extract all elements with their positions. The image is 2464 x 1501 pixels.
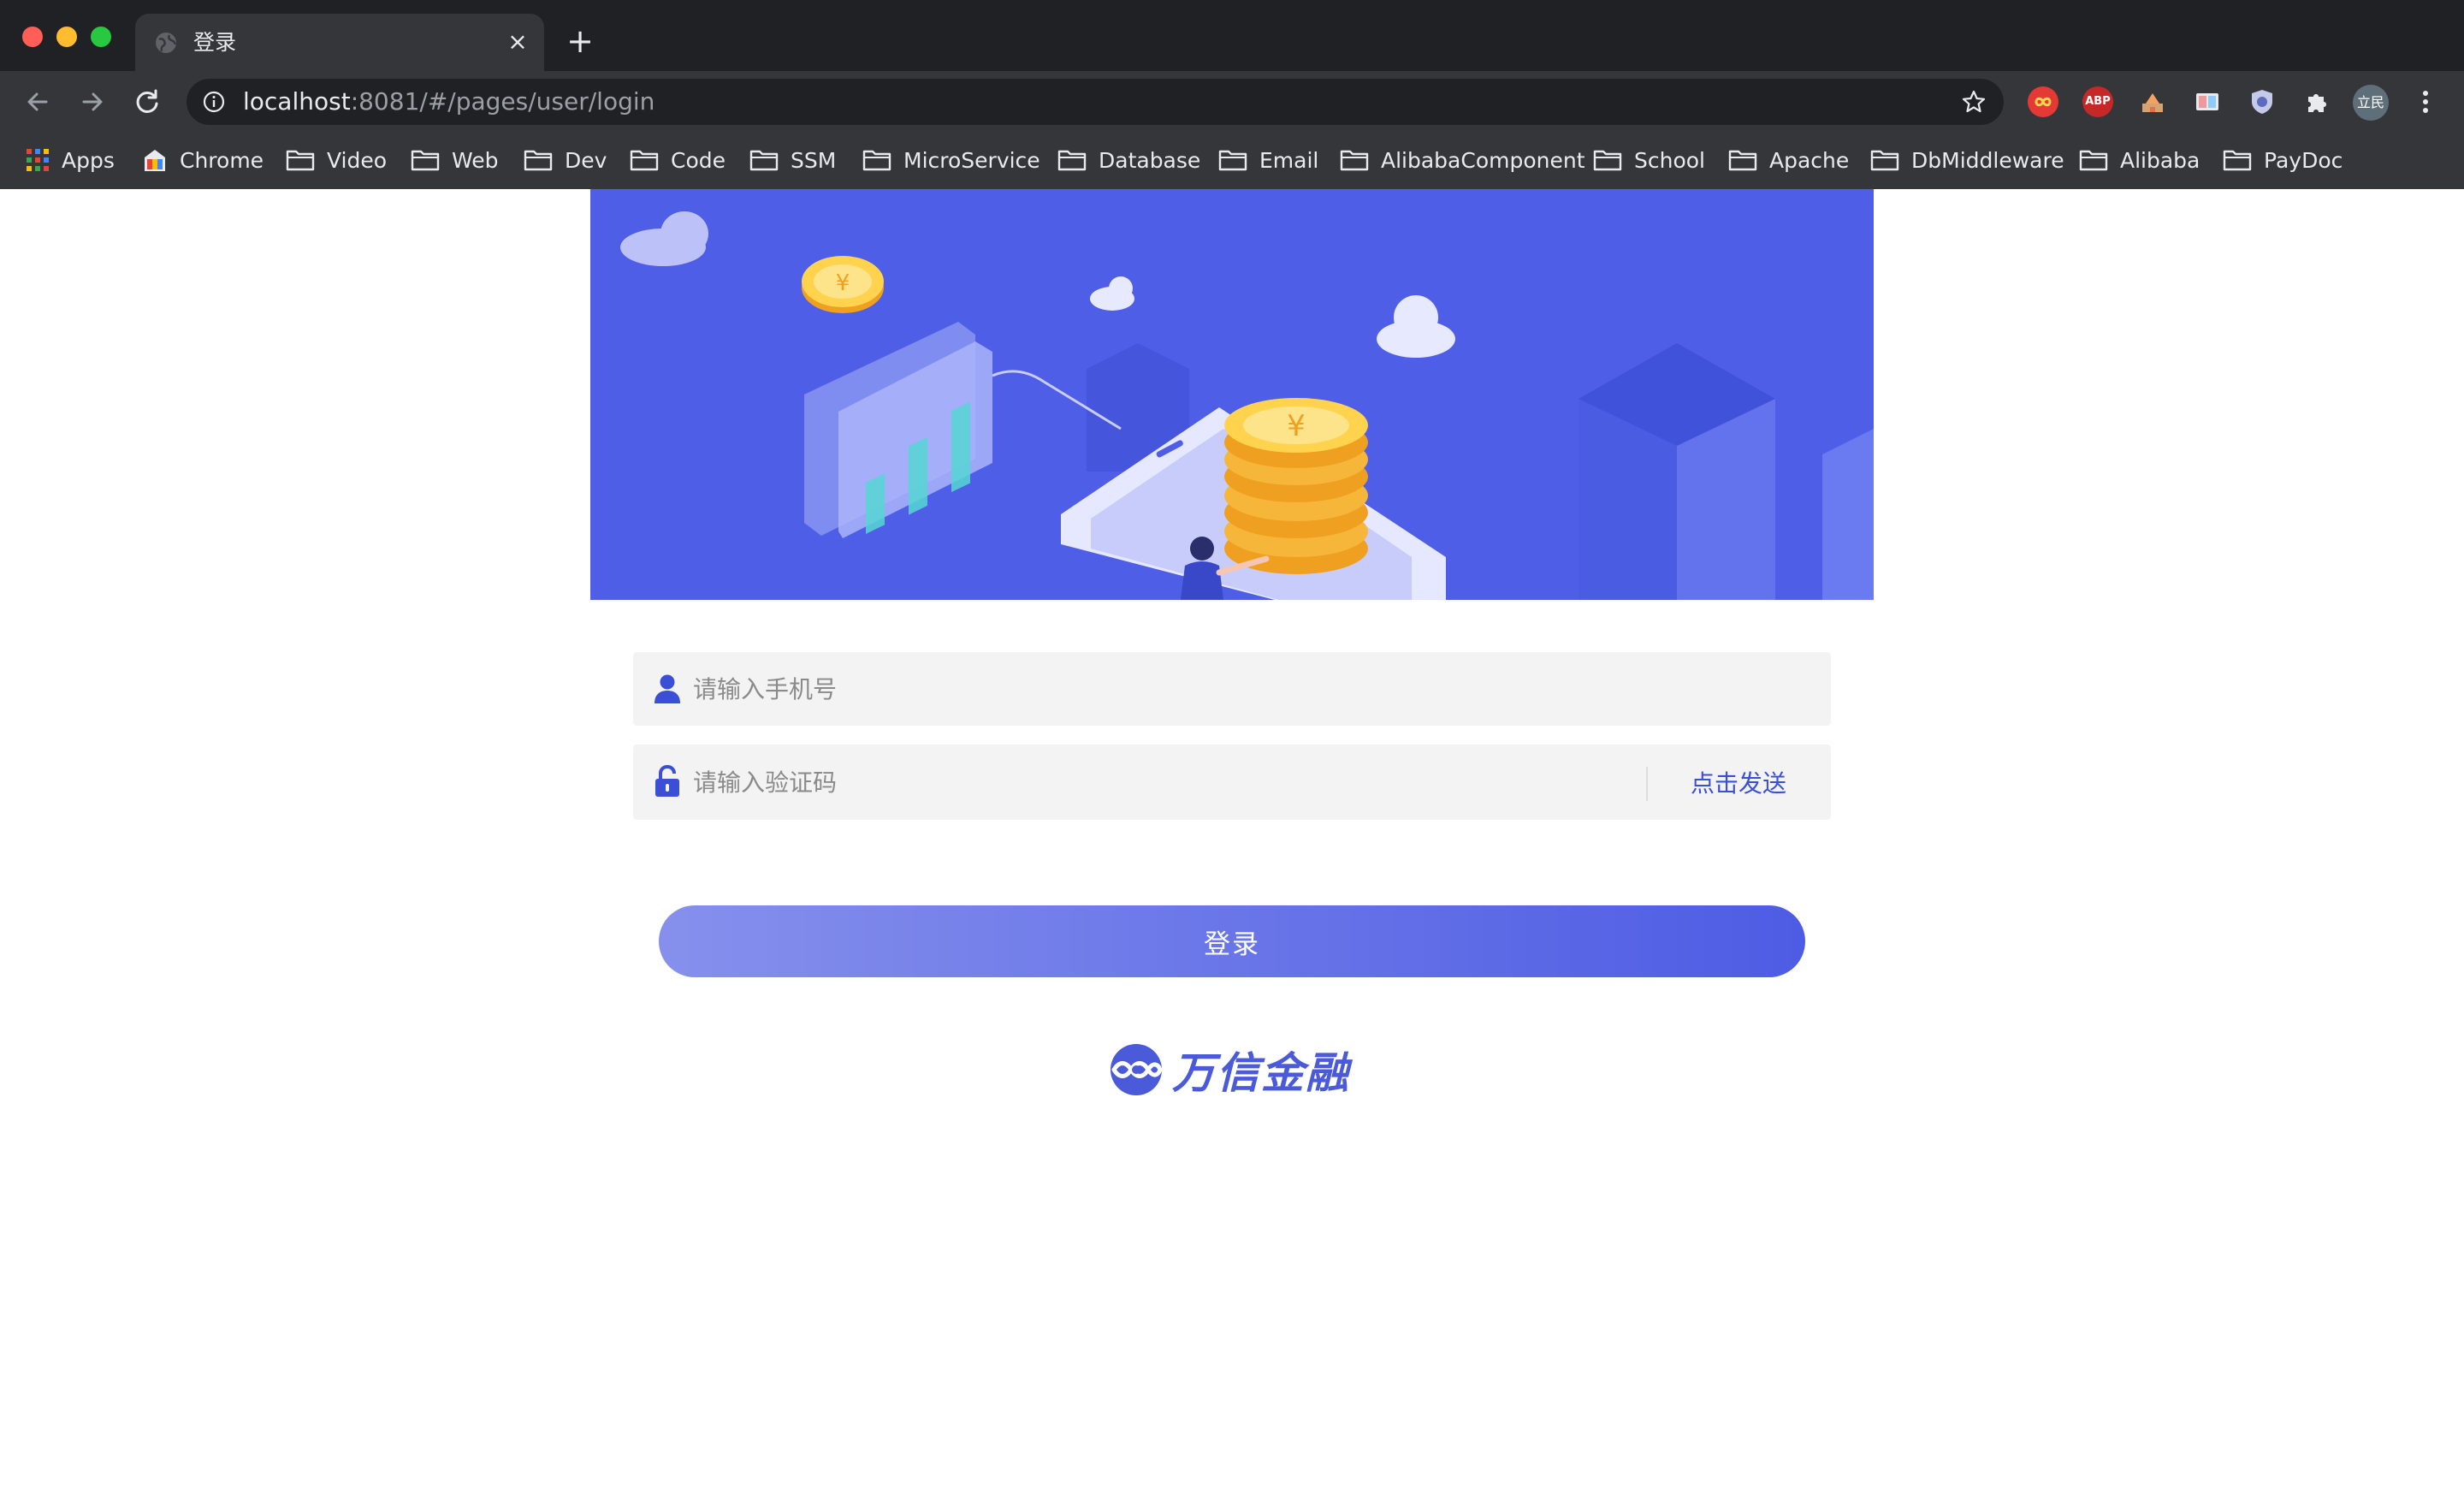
- bookmark-folder-code[interactable]: Code: [630, 143, 726, 177]
- folder-icon: [1870, 150, 1899, 171]
- extension-infinity-icon[interactable]: [2028, 86, 2058, 117]
- floating-coin: ¥: [802, 256, 884, 313]
- login-button[interactable]: 登录: [659, 905, 1805, 977]
- bookmark-folder-alibaba[interactable]: Alibaba: [2079, 143, 2200, 177]
- unlock-icon: [655, 765, 679, 797]
- folder-icon: [286, 150, 315, 171]
- address-bar[interactable]: localhost:8081/#/pages/user/login: [187, 79, 2004, 125]
- folder-icon: [1218, 150, 1247, 171]
- extension-shield-icon[interactable]: [2247, 86, 2277, 117]
- extensions-puzzle-icon[interactable]: [2301, 86, 2332, 117]
- url-path: :8081/#/pages/user/login: [350, 87, 655, 116]
- reload-icon[interactable]: [130, 85, 164, 119]
- bookmark-folder-microservice[interactable]: MicroService: [862, 143, 1040, 177]
- verification-code-field: 点击发送: [633, 745, 1831, 820]
- field-divider: [1646, 767, 1648, 801]
- url-text[interactable]: localhost:8081/#/pages/user/login: [243, 87, 654, 116]
- window-close-button[interactable]: [22, 27, 43, 47]
- bookmark-folder-alibabacomponent[interactable]: AlibabaComponent: [1340, 143, 1585, 177]
- bookmark-folder-dbmiddleware[interactable]: DbMiddleware: [1870, 143, 2064, 177]
- folder-icon: [749, 150, 779, 171]
- bookmark-label: Email: [1259, 147, 1319, 173]
- bookmark-folder-email[interactable]: Email: [1218, 143, 1318, 177]
- bookmark-label: Dev: [565, 147, 607, 173]
- bookmark-label: Video: [327, 147, 388, 173]
- extension-adblock-icon[interactable]: ABP: [2082, 86, 2113, 117]
- bookmark-label: AlibabaComponent: [1381, 147, 1585, 173]
- browser-tab-active[interactable]: 登录 ×: [135, 14, 544, 71]
- extension-reader-icon[interactable]: [2192, 86, 2223, 117]
- brand-logo: 万信金融: [1109, 1042, 1350, 1098]
- bookmark-label: Apache: [1769, 147, 1850, 173]
- chrome-bookmark-icon: [145, 150, 165, 171]
- phone-input[interactable]: [693, 652, 1634, 726]
- bookmark-label: DbMiddleware: [1911, 147, 2064, 173]
- tab-title: 登录: [193, 30, 237, 55]
- login-banner-illustration: ¥ ¥: [590, 189, 1874, 600]
- bookmark-folder-video[interactable]: Video: [286, 143, 387, 177]
- bookmark-label: Database: [1099, 147, 1201, 173]
- window-zoom-button[interactable]: [91, 27, 111, 47]
- back-arrow-icon[interactable]: [21, 85, 55, 119]
- brand-logo-icon: [1111, 1044, 1163, 1095]
- brand-name: 万信金融: [1172, 1048, 1350, 1098]
- folder-icon: [2223, 150, 2252, 171]
- bookmark-star-icon[interactable]: [1961, 89, 1987, 115]
- folder-icon: [862, 150, 891, 171]
- cloud-icon: [620, 211, 708, 266]
- browser-titlebar: 登录 × +: [0, 0, 2464, 71]
- bookmark-folder-web[interactable]: Web: [411, 143, 499, 177]
- bookmark-folder-dev[interactable]: Dev: [524, 143, 607, 177]
- window-minimize-button[interactable]: [56, 27, 77, 47]
- svg-text:¥: ¥: [836, 270, 850, 296]
- folder-icon: [2079, 150, 2108, 171]
- browser-toolbar: localhost:8081/#/pages/user/login ABP 立民: [0, 71, 2464, 131]
- bookmark-label: PayDoc: [2264, 147, 2343, 173]
- verification-code-input[interactable]: [693, 745, 1634, 820]
- bookmark-label: SSM: [791, 147, 837, 173]
- finance-illustration: ¥ ¥: [620, 211, 1874, 600]
- coin-stack: ¥: [1224, 398, 1368, 574]
- bookmark-folder-database[interactable]: Database: [1057, 143, 1200, 177]
- apps-grid-icon: [27, 149, 49, 171]
- bookmark-folder-ssm[interactable]: SSM: [749, 143, 836, 177]
- bookmark-folder-school[interactable]: School: [1593, 143, 1705, 177]
- forward-arrow-icon[interactable]: [75, 85, 110, 119]
- extension-translate-icon[interactable]: [2137, 86, 2168, 117]
- bookmark-folder-paydoc[interactable]: PayDoc: [2223, 143, 2343, 177]
- info-icon[interactable]: [202, 90, 226, 114]
- folder-icon: [1057, 150, 1087, 171]
- folder-icon: [1340, 150, 1369, 171]
- svg-text:¥: ¥: [1287, 409, 1306, 443]
- bookmark-chrome[interactable]: Chrome: [142, 143, 264, 177]
- url-host: localhost: [243, 87, 351, 116]
- bookmark-label: School: [1634, 147, 1705, 173]
- profile-avatar[interactable]: 立民: [2353, 85, 2389, 121]
- folder-icon: [524, 150, 553, 171]
- tab-close-icon[interactable]: ×: [505, 29, 530, 55]
- bookmark-label: Alibaba: [2120, 147, 2200, 173]
- bookmarks-bar: Apps Chrome Video Web Dev Code SSM Micro…: [0, 131, 2464, 189]
- folder-icon: [1593, 150, 1622, 171]
- bookmark-folder-apache[interactable]: Apache: [1728, 143, 1849, 177]
- globe-icon: [156, 33, 177, 53]
- folder-icon: [411, 150, 440, 171]
- phone-field: [633, 652, 1831, 726]
- folder-icon: [630, 150, 659, 171]
- bookmark-label: Chrome: [180, 147, 264, 173]
- new-tab-button[interactable]: +: [565, 25, 595, 57]
- bookmark-apps[interactable]: Apps: [26, 143, 115, 177]
- bookmark-label: Code: [671, 147, 726, 173]
- bookmark-label: MicroService: [903, 147, 1040, 173]
- send-code-button[interactable]: 点击发送: [1691, 767, 1786, 801]
- user-icon: [654, 674, 680, 703]
- bookmark-label: Apps: [62, 147, 115, 173]
- more-menu-icon[interactable]: [2413, 85, 2438, 119]
- folder-icon: [1728, 150, 1757, 171]
- bookmark-label: Web: [452, 147, 499, 173]
